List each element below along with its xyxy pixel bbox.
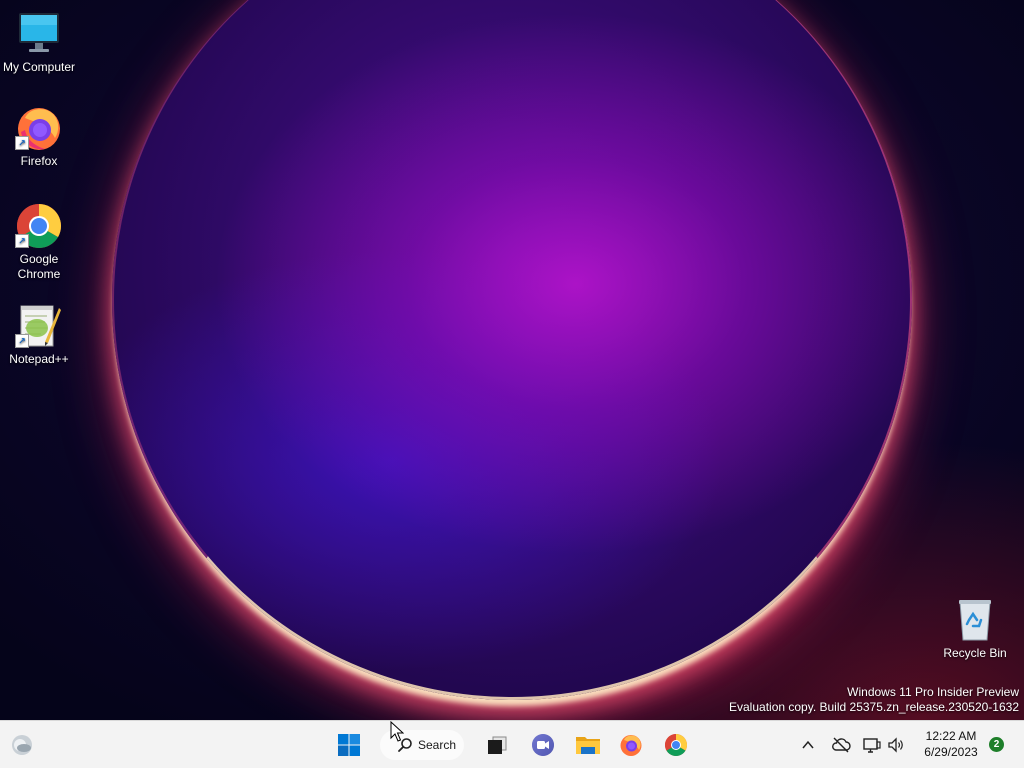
- clock-date: 6/29/2023: [924, 745, 978, 759]
- task-view-icon: [488, 736, 507, 754]
- network-status-button[interactable]: [826, 729, 856, 761]
- file-explorer-icon: [576, 737, 600, 754]
- wallpaper-orb: [112, 0, 912, 700]
- windows-watermark: Windows 11 Pro Insider Preview Evaluatio…: [729, 685, 1019, 715]
- taskbar-chrome-button[interactable]: [660, 729, 692, 761]
- mouse-cursor-icon: [390, 721, 404, 742]
- desktop-icon-label: Firefox: [20, 154, 58, 168]
- desktop-icon-firefox[interactable]: ↗ Firefox: [1, 104, 77, 169]
- notepadpp-icon: ↗: [15, 302, 63, 350]
- desktop-icon-recycle-bin[interactable]: Recycle Bin: [937, 596, 1013, 661]
- task-view-button[interactable]: [481, 729, 513, 761]
- file-explorer-button[interactable]: [572, 729, 604, 761]
- firefox-icon: [620, 735, 642, 756]
- clock-time: 12:22 AM: [925, 729, 977, 743]
- widgets-button[interactable]: [6, 729, 38, 761]
- desktop-icon-notepadpp[interactable]: ↗ Notepad++: [1, 302, 77, 367]
- desktop-icon-label: Recycle Bin: [943, 646, 1007, 660]
- teams-chat-icon: [532, 734, 554, 756]
- clock[interactable]: 12:22 AM 6/29/2023: [914, 728, 988, 760]
- start-button[interactable]: [333, 729, 365, 761]
- shortcut-arrow-icon: ↗: [15, 136, 29, 150]
- cloud-offline-icon: [832, 737, 851, 753]
- chrome-icon: ↗: [15, 202, 63, 250]
- windows-start-icon: [338, 734, 360, 756]
- display-network-icon: [863, 738, 881, 753]
- recycle-bin-icon: [951, 596, 999, 644]
- taskbar-firefox-button[interactable]: [615, 729, 647, 761]
- desktop-icon-label: Google Chrome: [17, 252, 61, 281]
- watermark-build: Evaluation copy. Build 25375.zn_release.…: [729, 700, 1019, 714]
- notification-badge[interactable]: 2: [989, 737, 1004, 752]
- shortcut-arrow-icon: ↗: [15, 334, 29, 348]
- desktop-icon-my-computer[interactable]: My Computer: [1, 10, 77, 75]
- chrome-icon: [665, 734, 687, 756]
- search-label: Search: [418, 738, 457, 752]
- teams-chat-button[interactable]: [527, 729, 559, 761]
- show-hidden-icons-button[interactable]: [793, 729, 823, 761]
- desktop-icon-chrome[interactable]: ↗ Google Chrome: [1, 202, 77, 282]
- desktop-icon-label: My Computer: [2, 60, 76, 74]
- desktop-wallpaper: [0, 0, 1024, 720]
- weather-widget-icon: [12, 735, 32, 755]
- taskbar: Search 12:22 AM 6/29/2023 2: [0, 720, 1024, 768]
- monitor-icon: [15, 10, 63, 58]
- speaker-icon: [888, 737, 903, 753]
- firefox-icon: ↗: [15, 104, 63, 152]
- watermark-edition: Windows 11 Pro Insider Preview: [847, 685, 1019, 699]
- chevron-up-icon: [802, 740, 814, 749]
- shortcut-arrow-icon: ↗: [15, 234, 29, 248]
- desktop-icon-label: Notepad++: [9, 352, 69, 366]
- volume-button[interactable]: [881, 729, 911, 761]
